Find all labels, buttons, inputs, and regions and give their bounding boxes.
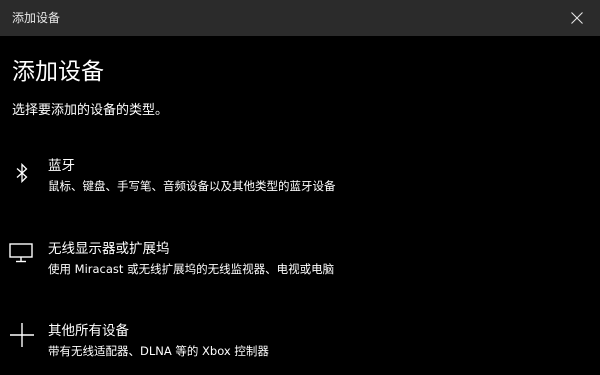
- option-bluetooth[interactable]: 蓝牙 鼠标、键盘、手写笔、音频设备以及其他类型的蓝牙设备: [0, 152, 600, 208]
- option-title: 其他所有设备: [48, 323, 129, 339]
- option-wireless-display[interactable]: 无线显示器或扩展坞 使用 Miracast 或无线扩展坞的无线监视器、电视或电脑: [0, 235, 600, 291]
- bluetooth-icon: [16, 163, 28, 183]
- option-icon-container: [6, 152, 40, 208]
- option-icon-container: [6, 235, 40, 291]
- option-description: 鼠标、键盘、手写笔、音频设备以及其他类型的蓝牙设备: [48, 179, 336, 193]
- page-title: 添加设备: [12, 59, 104, 85]
- option-everything-else[interactable]: 其他所有设备 带有无线适配器、DLNA 等的 Xbox 控制器: [0, 317, 600, 373]
- option-icon-container: [6, 317, 40, 373]
- monitor-icon: [9, 243, 33, 263]
- option-title: 蓝牙: [48, 158, 75, 174]
- close-button[interactable]: [554, 0, 600, 36]
- add-device-dialog: 添加设备 添加设备 选择要添加的设备的类型。 蓝牙 鼠标、键盘、手写笔、音频设备…: [0, 0, 600, 375]
- page-subtitle: 选择要添加的设备的类型。: [12, 103, 169, 118]
- close-icon: [571, 12, 583, 24]
- option-description: 使用 Miracast 或无线扩展坞的无线监视器、电视或电脑: [48, 262, 335, 276]
- title-bar: 添加设备: [0, 0, 600, 36]
- window-title: 添加设备: [12, 11, 61, 25]
- option-title: 无线显示器或扩展坞: [48, 241, 170, 257]
- option-description: 带有无线适配器、DLNA 等的 Xbox 控制器: [48, 344, 269, 358]
- plus-icon: [10, 323, 34, 347]
